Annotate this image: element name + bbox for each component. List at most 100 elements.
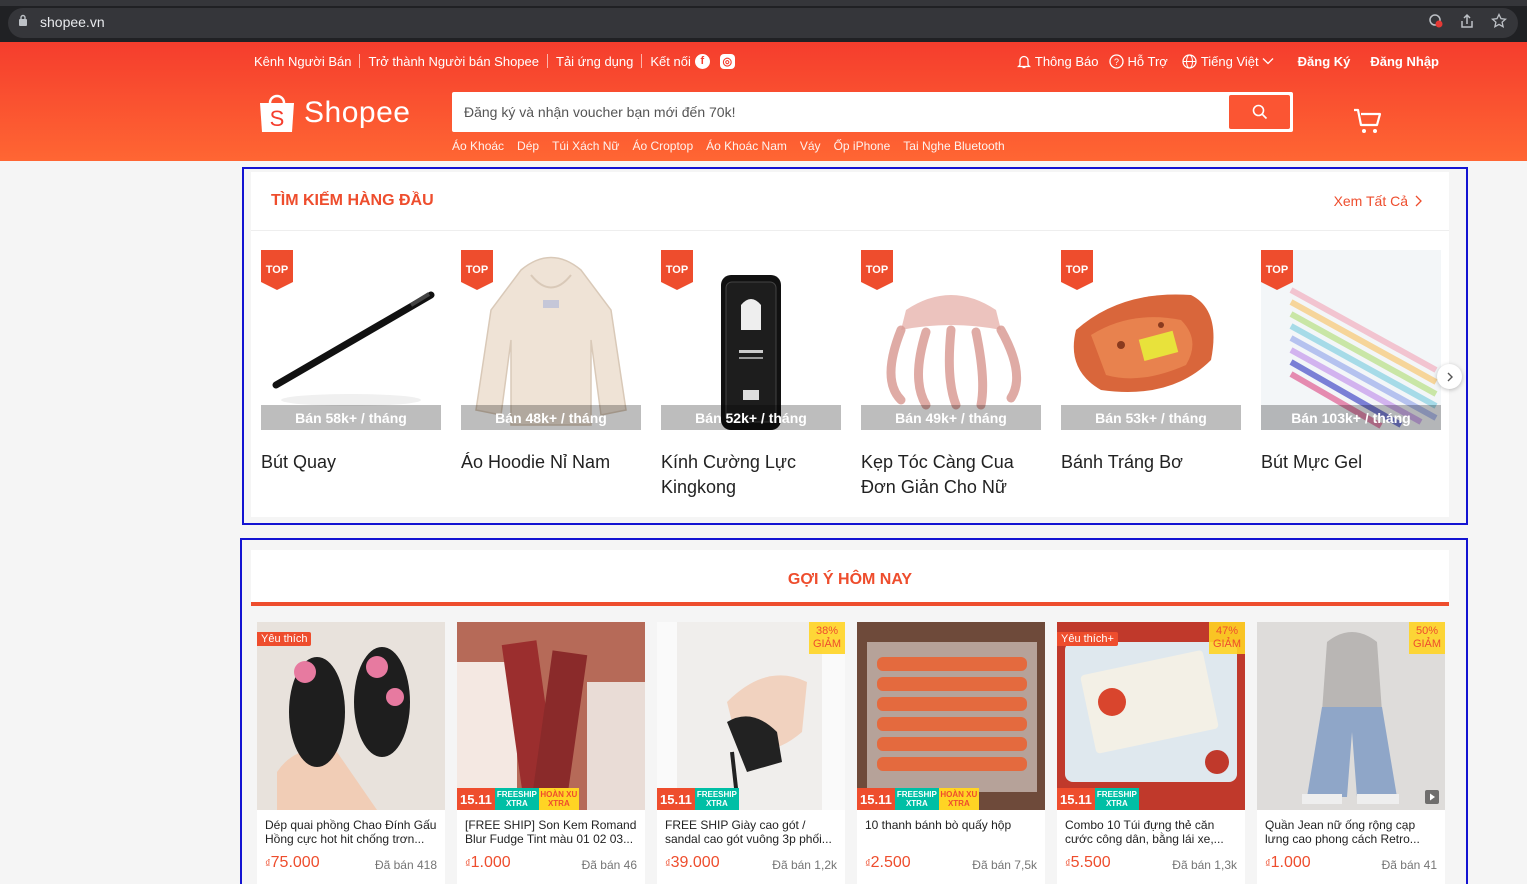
support-link[interactable]: ? Hỗ Trợ [1108, 53, 1168, 69]
suggestion-link[interactable]: Áo Khoác [452, 139, 504, 153]
notifications-link[interactable]: Thông Báo [1016, 54, 1099, 69]
top-nav-left: Kênh Người Bán Trở thành Người bán Shope… [254, 52, 735, 70]
product-card[interactable]: 38% GIẢM 15.11 FREESHIP XTRA FREE SHIP Gi… [657, 622, 845, 884]
product-name: [FREE SHIP] Son Kem Romand Blur Fudge Ti… [465, 818, 637, 846]
top-search-section: TÌM KIẾM HÀNG ĐẦU Xem Tất Cả TOP Bán 58k… [251, 172, 1449, 517]
product-card[interactable]: 15.11 FREESHIP XTRA HOÀN XU XTRA [FREE S… [457, 622, 645, 884]
suggestion-link[interactable]: Váy [800, 139, 821, 153]
top-search-item[interactable]: TOP Bán 103k+ / tháng Bút Mực Gel [1261, 250, 1441, 475]
see-all-label: Xem Tất Cả [1333, 193, 1408, 209]
promo-date: 15.11 [457, 788, 495, 810]
top-search-item[interactable]: TOP Bán 49k+ / tháng Kẹp Tóc Càng Cua Đơ… [861, 250, 1041, 500]
chevron-right-icon [1447, 372, 1453, 381]
divider [359, 54, 361, 68]
sold-count: Đã bán 46 [581, 858, 637, 872]
discount-badge: 50% GIẢM [1409, 622, 1445, 654]
promo-bar: 15.11 FREESHIP XTRA [1057, 788, 1245, 810]
play-video-icon[interactable] [1425, 790, 1439, 804]
svg-text:TOP: TOP [1266, 264, 1288, 276]
product-name: Dép quai phồng Chao Đính Gấu Hồng cực ho… [265, 818, 437, 846]
promo-date: 15.11 [1057, 788, 1095, 810]
favorite-tag: Yêu thích+ [1057, 632, 1118, 646]
divider [547, 54, 548, 68]
item-name: Bút Quay [261, 452, 337, 472]
hoanxu-badge: HOÀN XU XTRA [538, 788, 579, 810]
svg-text:?: ? [1113, 57, 1118, 67]
register-link[interactable]: Đăng Ký [1298, 54, 1351, 69]
lock-icon [19, 14, 27, 26]
monthly-sold: Bán 48k+ / tháng [461, 405, 641, 430]
product-image: Yêu thích [257, 622, 445, 810]
product-image: 15.11 FREESHIP XTRA HOÀN XU XTRA [857, 622, 1045, 810]
svg-text:TOP: TOP [666, 264, 688, 276]
suggestion-link[interactable]: Ốp iPhone [834, 139, 891, 153]
search-input[interactable] [464, 92, 1224, 132]
svg-text:TOP: TOP [866, 264, 888, 276]
monthly-sold: Bán 58k+ / tháng [261, 405, 441, 430]
blocked-popup-icon[interactable] [1428, 13, 1444, 29]
product-card[interactable]: Yêu thích Dép quai phồng Chao Đính Gấu H… [257, 622, 445, 884]
help-icon: ? [1108, 53, 1124, 69]
svg-text:TOP: TOP [1066, 264, 1088, 276]
instagram-icon[interactable]: ◎ [719, 53, 735, 69]
discount-percent: 50% [1415, 625, 1439, 637]
divider [641, 54, 643, 68]
sandals-image [257, 622, 445, 810]
product-price: ₫39.000 [665, 854, 720, 872]
seller-center-link[interactable]: Kênh Người Bán [254, 54, 351, 69]
shopee-logo[interactable]: S Shopee [258, 92, 410, 134]
product-image: 15.11 FREESHIP XTRA HOÀN XU XTRA [457, 622, 645, 810]
promo-date: 15.11 [657, 788, 695, 810]
language-selector[interactable]: Tiếng Việt [1182, 54, 1278, 69]
top-search-item[interactable]: TOP Bán 48k+ / tháng Áo Hoodie Nỉ Nam [461, 250, 641, 475]
item-name: Bánh Tráng Bơ [1061, 452, 1183, 472]
product-card[interactable]: 50% GIẢM Quần Jean nữ ống rộng cạp lưng c… [1257, 622, 1445, 884]
carousel-next-button[interactable] [1437, 364, 1462, 389]
product-name: FREE SHIP Giày cao gót / sandal cao gót … [665, 818, 832, 846]
url-text[interactable]: shopee.vn [40, 14, 105, 30]
top-badge: TOP [861, 250, 893, 290]
discount-word: GIẢM [1212, 638, 1242, 650]
become-seller-link[interactable]: Trở thành Người bán Shopee [368, 54, 539, 69]
cart-icon[interactable] [1352, 106, 1384, 136]
freeship-badge: FREESHIP XTRA [894, 788, 939, 810]
item-name: Kẹp Tóc Càng Cua Đơn Giản Cho Nữ [861, 452, 1014, 497]
chevron-right-icon [1415, 195, 1422, 207]
sold-count: Đã bán 7,5k [972, 858, 1037, 872]
freeship-badge: FREESHIP XTRA [694, 788, 739, 810]
suggestion-link[interactable]: Dép [517, 139, 539, 153]
discount-badge: 38% GIẢM [809, 622, 845, 654]
product-card[interactable]: Yêu thích+ 47% GIẢM 15.11 FREESHIP XTRA C… [1057, 622, 1245, 884]
facebook-icon[interactable]: f [694, 53, 710, 69]
suggestion-link[interactable]: Áo Croptop [632, 139, 693, 153]
suggestion-link[interactable]: Áo Khoác Nam [706, 139, 787, 153]
top-search-item[interactable]: TOP Bán 52k+ / tháng Kính Cường Lực King… [661, 250, 841, 500]
product-card[interactable]: 15.11 FREESHIP XTRA HOÀN XU XTRA 10 than… [857, 622, 1045, 884]
language-label: Tiếng Việt [1200, 53, 1259, 69]
cake-box-image [857, 622, 1045, 810]
download-app-link[interactable]: Tải ứng dụng [556, 54, 633, 69]
shopee-bag-icon: S [260, 94, 294, 132]
item-name: Bút Mực Gel [1261, 452, 1363, 472]
shopee-header: Kênh Người Bán Trở thành Người bán Shope… [0, 42, 1527, 161]
globe-icon [1182, 53, 1197, 69]
search-button[interactable] [1229, 95, 1290, 129]
bookmark-star-icon[interactable] [1491, 13, 1507, 29]
product-price: ₫75.000 [265, 854, 320, 872]
address-bar[interactable] [8, 8, 1518, 38]
login-link[interactable]: Đăng Nhập [1370, 54, 1439, 69]
favorite-tag: Yêu thích [257, 632, 312, 646]
suggestion-link[interactable]: Túi Xách Nữ [552, 139, 619, 153]
discount-word: GIẢM [1412, 638, 1442, 650]
suggestion-link[interactable]: Tai Nghe Bluetooth [903, 139, 1004, 153]
top-search-item[interactable]: TOP Bán 53k+ / tháng Bánh Tráng Bơ [1061, 250, 1241, 475]
product-image: TOP Bán 49k+ / tháng [861, 250, 1041, 430]
promo-bar: 15.11 FREESHIP XTRA HOÀN XU XTRA [457, 788, 645, 810]
top-search-item[interactable]: TOP Bán 58k+ / tháng Bút Quay [261, 250, 441, 475]
price-value: 39.000 [670, 854, 720, 871]
share-icon[interactable] [1459, 13, 1475, 29]
top-badge: TOP [461, 250, 493, 290]
chevron-down-icon [1262, 58, 1274, 65]
see-all-link[interactable]: Xem Tất Cả [1334, 193, 1423, 209]
product-price: ₫5.500 [1065, 854, 1111, 872]
